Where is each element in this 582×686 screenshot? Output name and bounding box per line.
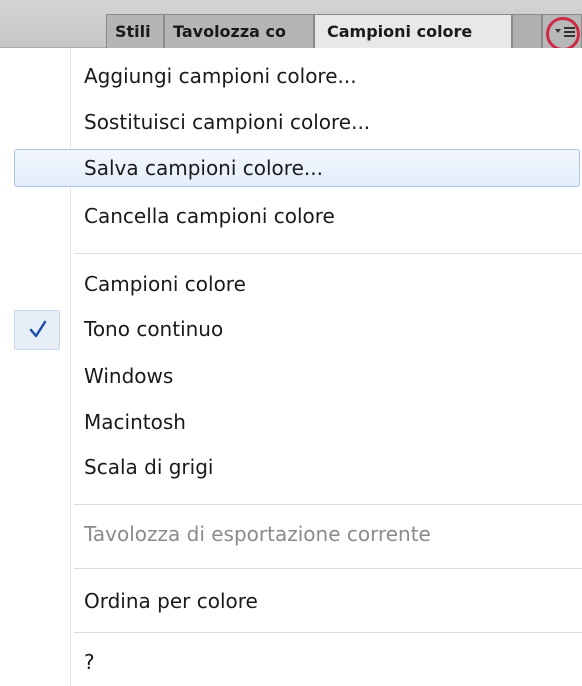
menu-item-macintosh[interactable]: Macintosh (0, 402, 582, 442)
panel-dropdown-menu: Aggiungi campioni colore... Sostituisci … (0, 48, 582, 686)
check-mark-box (14, 310, 60, 350)
menu-separator (74, 632, 582, 633)
menu-item-ordina-per-colore[interactable]: Ordina per colore (0, 581, 582, 621)
menu-item-label: Salva campioni colore... (84, 156, 323, 180)
menu-item-windows[interactable]: Windows (0, 356, 582, 396)
highlight-circle (546, 17, 580, 51)
menu-item-label: Campioni colore (84, 272, 246, 296)
menu-item-label: Macintosh (84, 410, 186, 434)
menu-item-label: Cancella campioni colore (84, 204, 335, 228)
menu-item-tono-continuo[interactable]: Tono continuo (0, 309, 582, 350)
menu-item-cancella-campioni[interactable]: Cancella campioni colore (0, 196, 582, 236)
menu-item-tavolozza-esportazione: Tavolozza di esportazione corrente (0, 514, 582, 554)
menu-item-label: Sostituisci campioni colore... (84, 110, 371, 134)
menu-item-sostituisci-campioni[interactable]: Sostituisci campioni colore... (0, 102, 582, 142)
tab-tavolozza-colori[interactable]: Tavolozza co (164, 14, 314, 48)
menu-item-label: Ordina per colore (84, 589, 258, 613)
menu-item-campioni-colore[interactable]: Campioni colore (0, 264, 582, 304)
menu-item-aggiungi-campioni[interactable]: Aggiungi campioni colore... (0, 56, 582, 96)
menu-item-label: Windows (84, 364, 174, 388)
tab-campioni-colore[interactable]: Campioni colore (314, 14, 512, 48)
tab-stili[interactable]: Stili (106, 14, 164, 48)
menu-item-help[interactable]: ? (0, 642, 582, 682)
menu-separator (74, 253, 582, 254)
tab-strip-filler (512, 14, 542, 48)
panel-tab-strip: Stili Tavolozza co Campioni colore (0, 0, 582, 51)
menu-item-label: Scala di grigi (84, 455, 214, 479)
menu-separator (74, 504, 582, 505)
menu-separator (74, 568, 582, 569)
menu-item-scala-di-grigi[interactable]: Scala di grigi (0, 447, 582, 487)
menu-item-label: ? (84, 650, 95, 674)
menu-item-salva-campioni[interactable]: Salva campioni colore... (0, 148, 582, 188)
check-icon (29, 320, 47, 338)
menu-item-label: Tono continuo (84, 317, 224, 341)
menu-item-label: Tavolozza di esportazione corrente (84, 522, 431, 546)
menu-item-label: Aggiungi campioni colore... (84, 64, 357, 88)
